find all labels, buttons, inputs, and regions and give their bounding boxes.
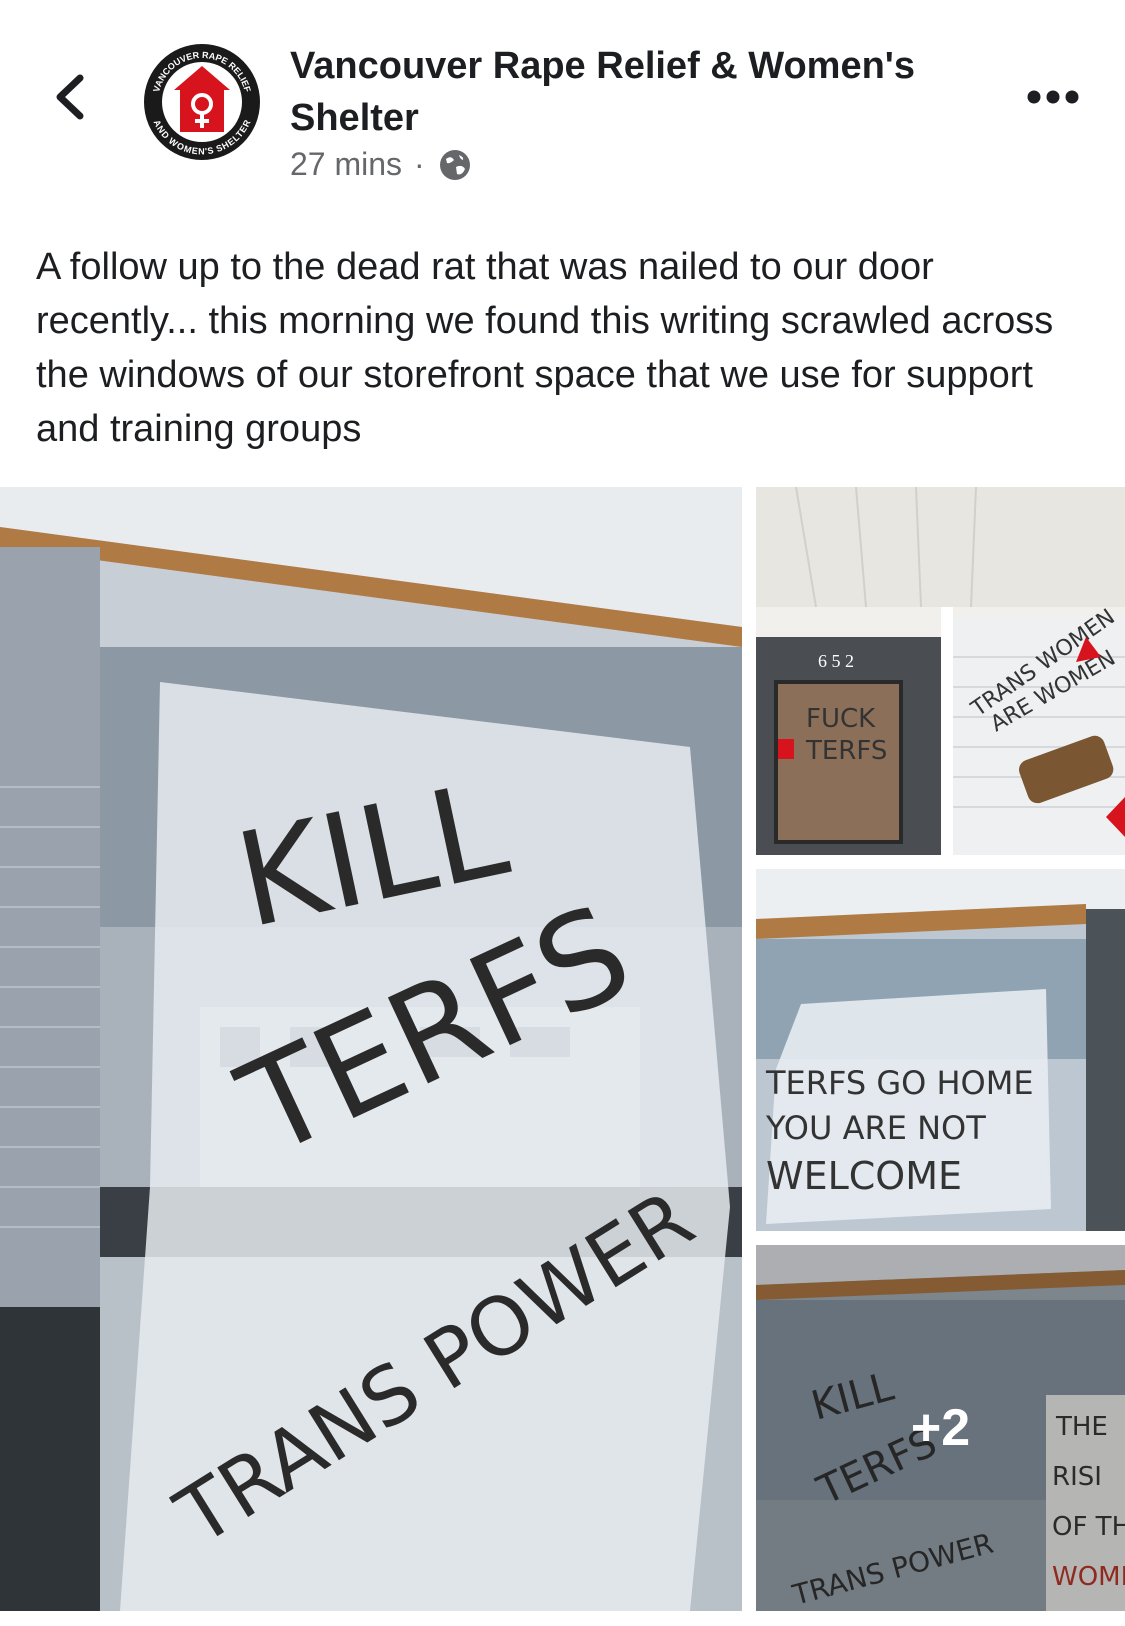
ellipsis-icon xyxy=(1027,90,1079,104)
meta-separator: · xyxy=(414,146,425,182)
photo-3[interactable]: TERFS GO HOME YOU ARE NOT WELCOME xyxy=(756,869,1125,1231)
photo-2[interactable]: 6 5 2 FUCK TERFS TRANS WOMEN ARE WOMEN xyxy=(756,487,1125,855)
post-header: VANCOUVER RAPE RELIEF AND WOMEN'S SHELTE… xyxy=(0,0,1125,200)
more-photos-overlay[interactable]: +2 xyxy=(756,1245,1125,1611)
door-line2: TERFS xyxy=(805,736,887,766)
third-line1: TERFS GO HOME xyxy=(765,1064,1034,1102)
door-line1: FUCK xyxy=(806,704,876,734)
door-number: 6 5 2 xyxy=(818,651,854,671)
more-options-button[interactable] xyxy=(1026,86,1080,108)
photo-main[interactable]: KILL TERFS TRANS POWER xyxy=(0,487,742,1611)
post-meta: 27 mins · xyxy=(290,146,473,183)
post-text: A follow up to the dead rat that was nai… xyxy=(36,246,1054,450)
chevron-left-icon xyxy=(56,74,84,120)
third-line3: WELCOME xyxy=(766,1154,962,1198)
timestamp[interactable]: 27 mins xyxy=(290,146,402,183)
back-button[interactable] xyxy=(50,72,90,122)
photo-4-more[interactable]: KILL TERFS TRANS POWER THE RISI OF TH WO… xyxy=(756,1245,1125,1611)
page-avatar[interactable]: VANCOUVER RAPE RELIEF AND WOMEN'S SHELTE… xyxy=(142,42,262,162)
page-name[interactable]: Vancouver Rape Relief & Women's Shelter xyxy=(290,40,990,144)
third-line2: YOU ARE NOT xyxy=(765,1109,986,1147)
globe-icon xyxy=(439,149,470,180)
more-photos-count: +2 xyxy=(910,1399,971,1457)
